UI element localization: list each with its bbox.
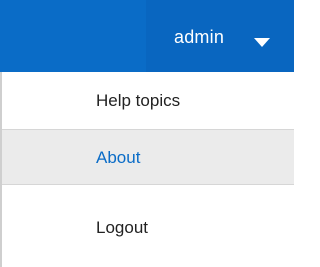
top-bar-left: [0, 0, 146, 72]
user-name-label: admin: [174, 27, 225, 47]
menu-item-help-topics[interactable]: Help topics: [2, 74, 294, 128]
caret-down-icon: [254, 38, 270, 47]
menu-item-label: Logout: [96, 218, 148, 237]
menu-item-about[interactable]: About: [2, 129, 294, 185]
user-menu-button[interactable]: admin: [146, 0, 294, 72]
menu-item-logout[interactable]: Logout: [2, 201, 294, 255]
top-bar: admin: [0, 0, 294, 72]
menu-item-label: About: [96, 148, 141, 167]
menu-item-label: Help topics: [96, 91, 181, 110]
